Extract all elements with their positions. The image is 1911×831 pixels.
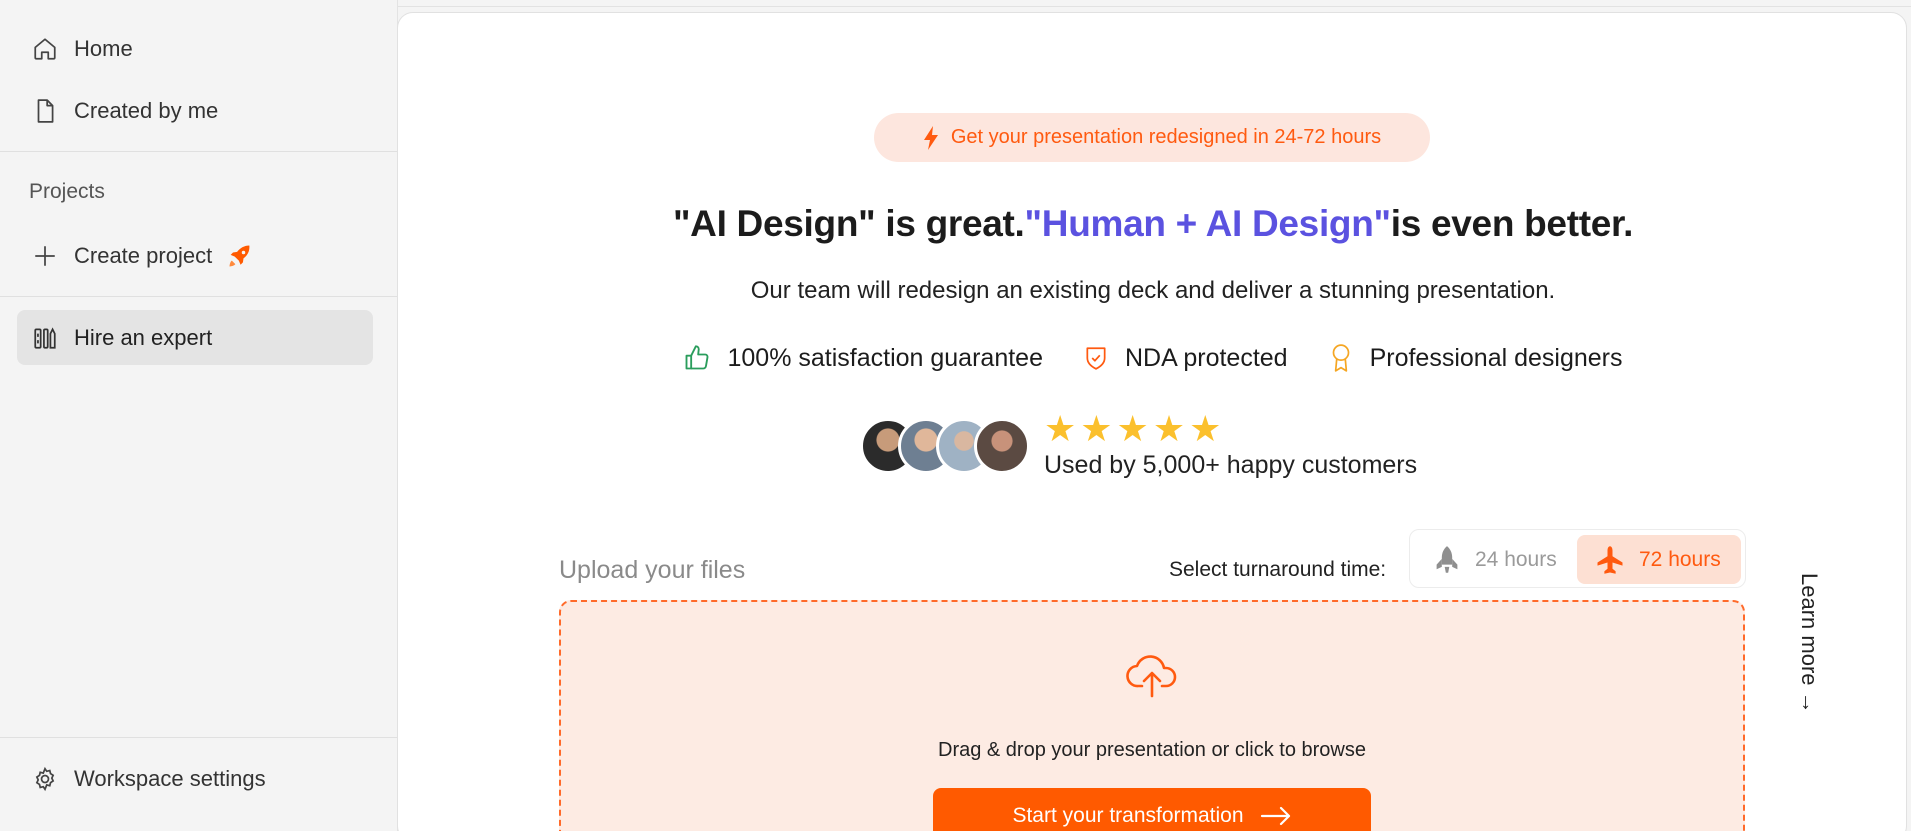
gear-icon xyxy=(31,765,59,793)
turnaround-toggle: 24 hours 72 hours xyxy=(1409,529,1746,588)
shield-check-icon xyxy=(1083,344,1109,372)
sidebar-item-hire-expert[interactable]: Hire an expert xyxy=(17,310,373,365)
divider xyxy=(0,737,397,738)
sidebar-item-label: Workspace settings xyxy=(74,765,266,791)
projects-heading: Projects xyxy=(29,180,105,203)
rocket-icon xyxy=(1433,545,1461,575)
create-project-button[interactable]: Create project xyxy=(17,228,373,283)
sidebar-item-created-by-me[interactable]: Created by me xyxy=(17,83,373,138)
option-72-hours[interactable]: 72 hours xyxy=(1577,535,1741,584)
feature-label: NDA protected xyxy=(1124,343,1288,372)
plane-icon xyxy=(1595,545,1625,575)
divider xyxy=(0,296,397,297)
arrow-right-icon xyxy=(1260,806,1292,826)
option-label: 24 hours xyxy=(1475,547,1557,571)
feature-label: Professional designers xyxy=(1369,343,1623,372)
subtitle: Our team will redesign an existing deck … xyxy=(750,277,1556,304)
rocket-icon xyxy=(226,242,254,270)
option-label: 72 hours xyxy=(1639,547,1721,571)
document-icon xyxy=(31,97,59,125)
learn-more-link[interactable]: Learn more → xyxy=(1796,573,1822,714)
cta-label: Start your transformation xyxy=(1012,804,1244,827)
avatar xyxy=(974,417,1030,474)
sidebar: Home Created by me Projects Create proje… xyxy=(0,0,398,831)
feature-item: NDA protected xyxy=(1083,343,1288,373)
turnaround-label: Select turnaround time: xyxy=(1169,558,1387,581)
feature-item: Professional designers xyxy=(1328,343,1623,373)
dropzone-text: Drag & drop your presentation or click t… xyxy=(938,739,1366,761)
upload-heading: Upload your files xyxy=(559,556,746,584)
headline-highlight: "Human + AI Design" xyxy=(1024,203,1392,244)
divider xyxy=(0,151,397,152)
feature-list: 100% satisfaction guarantee NDA protecte… xyxy=(398,343,1908,373)
sidebar-item-label: Hire an expert xyxy=(74,324,213,350)
main-panel: Get your presentation redesigned in 24-7… xyxy=(397,12,1907,831)
page-title: "AI Design" is great."Human + AI Design"… xyxy=(398,203,1908,245)
pill-text: Get your presentation redesigned in 24-7… xyxy=(950,126,1382,148)
lightning-icon xyxy=(923,125,939,150)
cloud-upload-icon xyxy=(1126,652,1178,703)
customers-text: Used by 5,000+ happy customers xyxy=(1044,451,1418,479)
feature-label: 100% satisfaction guarantee xyxy=(727,343,1043,372)
star-rating: ★★★★★ xyxy=(1044,408,1226,449)
workspace-settings-button[interactable]: Workspace settings xyxy=(17,751,373,806)
feature-item: 100% satisfaction guarantee xyxy=(683,343,1043,373)
rating-block: ★★★★★ Used by 5,000+ happy customers xyxy=(1044,411,1417,480)
avatar-group xyxy=(860,417,1030,474)
plus-icon xyxy=(31,242,59,270)
create-project-label: Create project xyxy=(74,242,213,268)
sidebar-item-label: Home xyxy=(74,35,133,61)
social-proof: ★★★★★ Used by 5,000+ happy customers xyxy=(860,411,1417,480)
tools-icon xyxy=(31,324,59,352)
home-icon xyxy=(31,35,59,63)
sidebar-item-home[interactable]: Home xyxy=(17,21,373,76)
sidebar-item-label: Created by me xyxy=(74,97,219,123)
award-icon xyxy=(1328,343,1354,373)
file-dropzone[interactable]: Drag & drop your presentation or click t… xyxy=(559,600,1745,831)
option-24-hours[interactable]: 24 hours xyxy=(1415,535,1575,584)
start-transformation-button[interactable]: Start your transformation xyxy=(933,788,1371,831)
turnaround-pill: Get your presentation redesigned in 24-7… xyxy=(874,113,1430,162)
thumbs-up-icon xyxy=(683,344,711,372)
headline-part1: "AI Design" is great. xyxy=(672,203,1025,244)
headline-part2: is even better. xyxy=(1390,203,1634,244)
